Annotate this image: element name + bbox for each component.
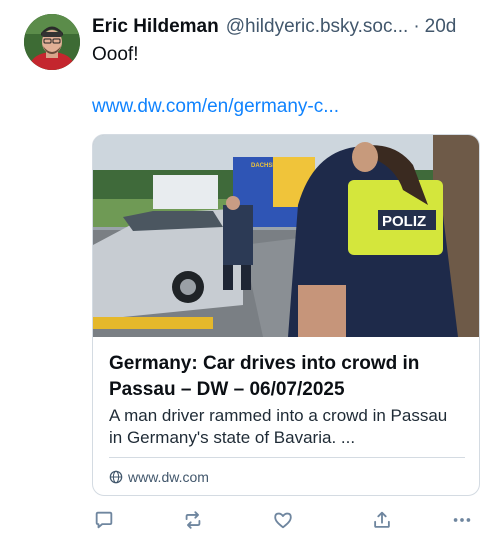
post[interactable]: Eric Hildeman @hildyeric.bsky.soc... · 2… xyxy=(0,0,500,545)
repost-icon xyxy=(185,511,201,529)
avatar-image xyxy=(24,14,80,70)
card-domain-text: www.dw.com xyxy=(128,469,209,485)
share-icon xyxy=(374,511,390,528)
card-description: A man driver rammed into a crowd in Pass… xyxy=(109,406,448,447)
more-icon xyxy=(453,518,471,522)
card-title[interactable]: Germany: Car drives into crowd in Passau… xyxy=(109,351,465,403)
globe-icon xyxy=(109,470,123,484)
author-handle[interactable]: @hildyeric.bsky.soc... xyxy=(226,14,409,40)
post-text: Ooof! xyxy=(92,44,139,65)
police-vest-label: POLIZ xyxy=(382,213,426,230)
reply-button[interactable] xyxy=(92,508,116,532)
heart-icon xyxy=(274,512,292,529)
author-name[interactable]: Eric Hildeman xyxy=(92,14,219,40)
reply-icon xyxy=(95,511,113,529)
post-timestamp[interactable]: 20d xyxy=(425,14,457,40)
post-header: Eric Hildeman @hildyeric.bsky.soc... · 2… xyxy=(92,14,488,40)
like-button[interactable] xyxy=(271,508,295,532)
card-divider xyxy=(109,457,465,458)
card-domain: www.dw.com xyxy=(109,467,209,487)
truck-logo: DACHSER xyxy=(251,163,281,169)
post-actions xyxy=(92,508,480,534)
share-button[interactable] xyxy=(370,508,394,532)
post-link[interactable]: www.dw.com/en/germany-c... xyxy=(92,94,339,120)
more-options-button[interactable] xyxy=(450,508,474,532)
card-image: DACHSER POLIZ xyxy=(93,135,479,337)
repost-button[interactable] xyxy=(181,508,205,532)
link-preview-card[interactable]: DACHSER POLIZ Germany: Car drives into c… xyxy=(92,134,480,496)
avatar[interactable] xyxy=(24,14,80,70)
separator: · xyxy=(413,16,420,37)
